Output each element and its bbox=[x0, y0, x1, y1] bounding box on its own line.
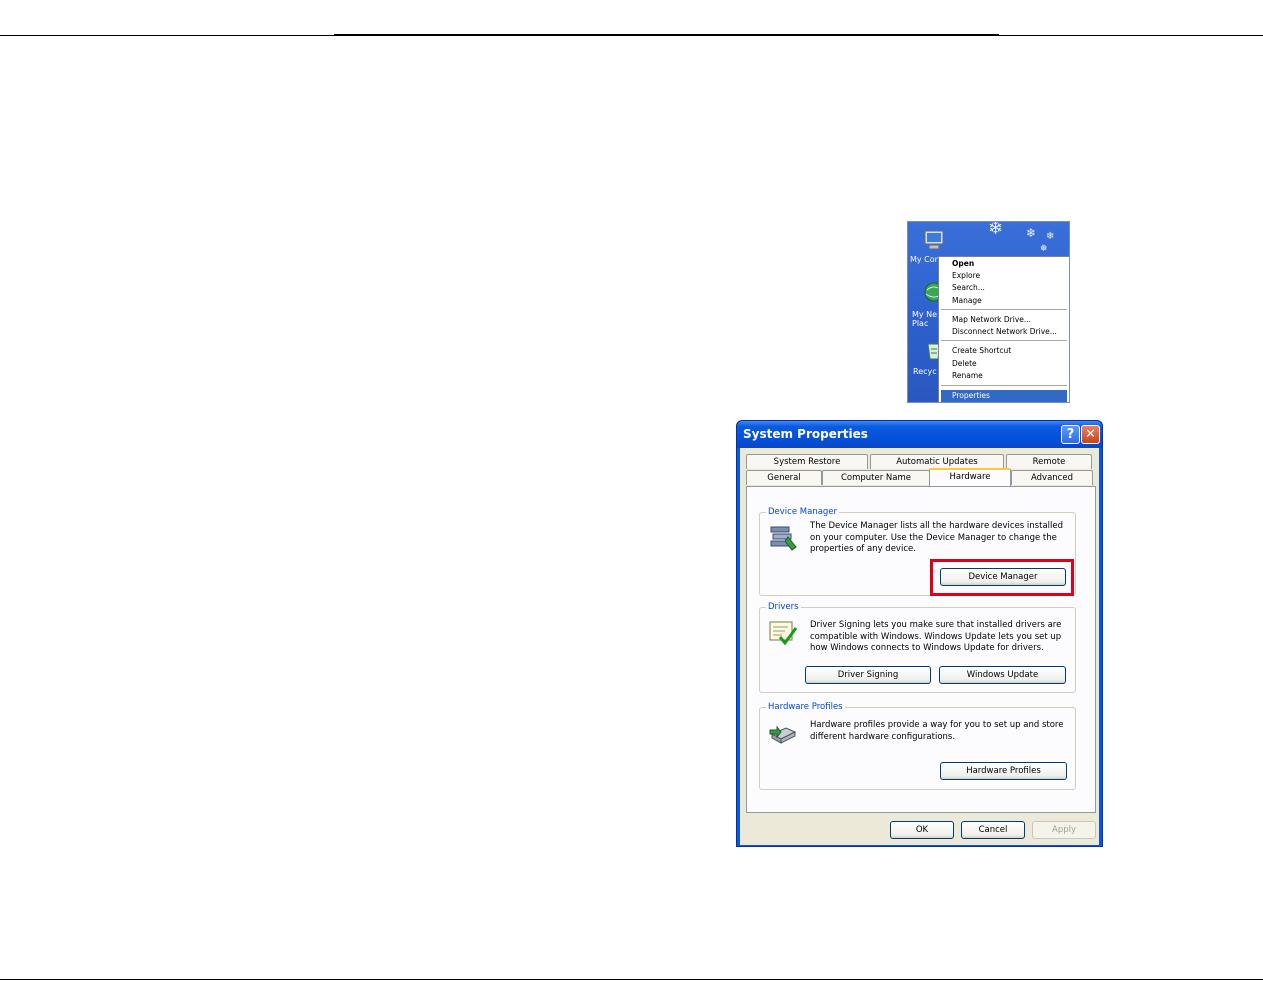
dialog-title: System Properties bbox=[743, 427, 868, 441]
context-menu: Open Explore Search... Manage Map Networ… bbox=[938, 256, 1069, 402]
drivers-group-label: Drivers bbox=[766, 601, 801, 613]
menu-item-create-shortcut[interactable]: Create Shortcut bbox=[952, 345, 1011, 356]
drivers-group: Drivers Driver Signing lets you make sur… bbox=[759, 601, 1076, 693]
tab-system-restore[interactable]: System Restore bbox=[746, 454, 868, 469]
tab-computer-name[interactable]: Computer Name bbox=[822, 470, 930, 485]
device-manager-button[interactable]: Device Manager bbox=[940, 568, 1066, 586]
help-icon: ? bbox=[1066, 427, 1075, 442]
snowflake-icon: ❄ bbox=[1026, 226, 1037, 240]
bottom-rule bbox=[0, 979, 1263, 980]
tab-hardware[interactable]: Hardware bbox=[929, 468, 1011, 486]
dialog-client-area: System Restore Automatic Updates Remote … bbox=[740, 448, 1099, 845]
desktop-screenshot: ❄ ❄ ❄ ❅ My Com My Ne Plac Recyc Open Exp… bbox=[907, 221, 1070, 403]
hardware-profiles-group-label: Hardware Profiles bbox=[766, 701, 845, 713]
my-computer-icon[interactable] bbox=[922, 228, 946, 252]
menu-separator bbox=[941, 309, 1067, 310]
menu-item-map-network-drive[interactable]: Map Network Drive... bbox=[952, 314, 1031, 325]
driver-signing-icon bbox=[769, 621, 798, 646]
close-icon: ✕ bbox=[1085, 427, 1096, 442]
apply-button[interactable]: Apply bbox=[1032, 821, 1096, 839]
snowflake-icon: ❄ bbox=[988, 221, 1004, 239]
menu-item-properties[interactable]: Properties bbox=[941, 390, 1067, 402]
menu-item-properties-label: Properties bbox=[952, 391, 990, 400]
menu-item-manage[interactable]: Manage bbox=[952, 295, 982, 306]
hardware-profiles-group: Hardware Profiles Hardware profiles prov… bbox=[759, 701, 1076, 790]
hardware-profiles-button[interactable]: Hardware Profiles bbox=[940, 762, 1067, 780]
help-button[interactable]: ? bbox=[1061, 425, 1080, 444]
tab-advanced[interactable]: Advanced bbox=[1011, 470, 1093, 485]
menu-item-delete[interactable]: Delete bbox=[952, 358, 977, 369]
tab-remote[interactable]: Remote bbox=[1006, 454, 1092, 469]
top-rule-accent bbox=[334, 34, 999, 36]
tab-general[interactable]: General bbox=[746, 470, 822, 485]
menu-separator bbox=[941, 385, 1067, 386]
driver-signing-button[interactable]: Driver Signing bbox=[805, 666, 931, 684]
hardware-profiles-description: Hardware profiles provide a way for you … bbox=[810, 720, 1064, 742]
device-manager-group: Device Manager The Device Manager lists … bbox=[759, 506, 1076, 596]
cancel-button[interactable]: Cancel bbox=[961, 821, 1025, 839]
dialog-titlebar[interactable]: System Properties ? ✕ bbox=[737, 421, 1102, 448]
menu-item-rename[interactable]: Rename bbox=[952, 370, 983, 381]
hardware-tab-panel: Device Manager The Device Manager lists … bbox=[746, 486, 1096, 813]
menu-item-open[interactable]: Open bbox=[952, 258, 974, 269]
device-manager-description: The Device Manager lists all the hardwar… bbox=[810, 521, 1063, 554]
menu-item-search[interactable]: Search... bbox=[952, 282, 985, 293]
hardware-profiles-icon bbox=[769, 725, 797, 744]
menu-separator bbox=[941, 340, 1067, 341]
system-properties-dialog: System Properties ? ✕ System Restore Aut… bbox=[736, 420, 1103, 847]
desktop-icon-label: My Ne Plac bbox=[912, 310, 938, 328]
ok-button[interactable]: OK bbox=[890, 821, 954, 839]
drivers-description: Driver Signing lets you make sure that i… bbox=[810, 620, 1062, 653]
desktop-icon-label: Recyc bbox=[913, 367, 937, 376]
windows-update-button[interactable]: Windows Update bbox=[939, 666, 1066, 684]
device-manager-icon bbox=[770, 526, 797, 551]
device-manager-group-label: Device Manager bbox=[766, 506, 840, 518]
tab-automatic-updates[interactable]: Automatic Updates bbox=[870, 454, 1004, 469]
menu-item-explore[interactable]: Explore bbox=[952, 270, 980, 281]
menu-item-disconnect-network-drive[interactable]: Disconnect Network Drive... bbox=[952, 326, 1057, 337]
close-button[interactable]: ✕ bbox=[1081, 425, 1100, 444]
